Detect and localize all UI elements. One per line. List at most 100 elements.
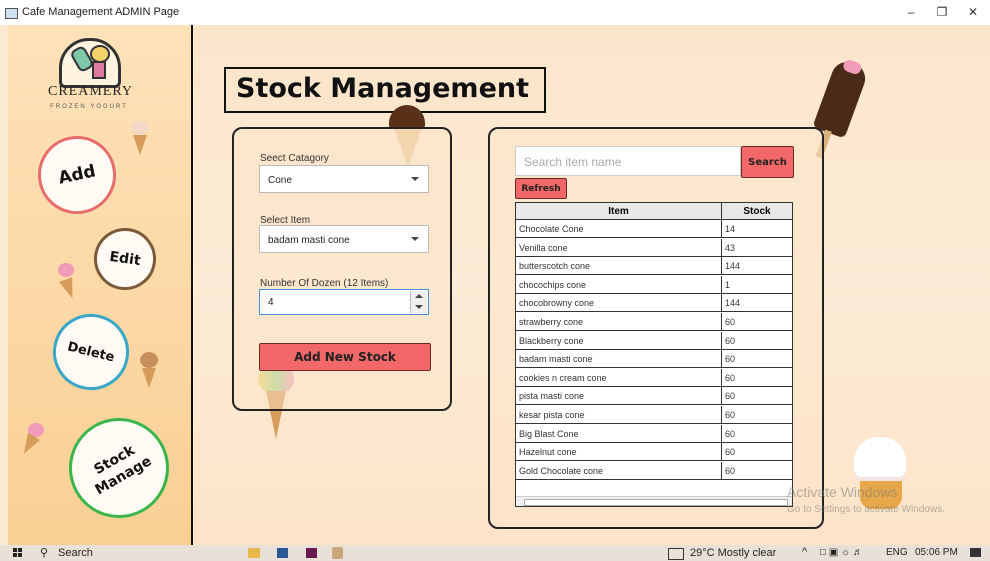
- tray-icons[interactable]: □ ▣ ☼ ♬: [820, 547, 863, 558]
- minimize-button[interactable]: –: [900, 4, 922, 20]
- column-header-stock[interactable]: Stock: [721, 203, 792, 220]
- table-row[interactable]: butterscotch cone 144: [516, 257, 792, 276]
- search-icon[interactable]: ⚲: [40, 546, 48, 559]
- cell-stock: 60: [721, 313, 735, 331]
- taskbar-search-label[interactable]: Search: [58, 547, 93, 559]
- cell-stock: 43: [721, 238, 735, 257]
- windows-start-icon[interactable]: [13, 548, 23, 558]
- cell-item: pista masti cone: [519, 391, 585, 402]
- app-icon-red[interactable]: [306, 548, 317, 558]
- scrollbar-thumb[interactable]: [524, 499, 788, 506]
- table-row[interactable]: kesar pista cone 60: [516, 406, 792, 424]
- cell-stock: 60: [721, 368, 735, 387]
- category-label: Seect Catagory: [260, 153, 329, 164]
- table-row[interactable]: chocochips cone 1: [516, 275, 792, 294]
- app-icon-java[interactable]: [332, 547, 343, 559]
- table-row[interactable]: pista masti cone 60: [516, 387, 792, 406]
- add-button[interactable]: Add: [30, 128, 124, 222]
- table-row[interactable]: strawberry cone 60: [516, 313, 792, 331]
- cone-deco-icon: [59, 277, 79, 301]
- cell-item: strawberry cone: [519, 317, 584, 327]
- ice-cream-deco-icon: [132, 121, 148, 135]
- file-explorer-icon[interactable]: [248, 548, 260, 558]
- horizontal-scrollbar[interactable]: [516, 496, 792, 506]
- dozen-label: Number Of Dozen (12 Items): [260, 278, 389, 289]
- cell-stock: 60: [721, 350, 735, 369]
- refresh-button[interactable]: Refresh: [515, 178, 567, 199]
- delete-button[interactable]: Delete: [44, 305, 138, 399]
- spinner-buttons[interactable]: [410, 291, 427, 313]
- close-button[interactable]: ✕: [962, 4, 984, 20]
- notification-icon[interactable]: [970, 548, 981, 557]
- activation-watermark-title: Activate Windows: [787, 484, 898, 500]
- spin-down-icon[interactable]: [415, 305, 423, 309]
- sidebar: CREAMERY FROZEN YOGURT Add Edit Delete S…: [8, 25, 193, 545]
- edit-button-label: Edit: [108, 248, 142, 270]
- table-row[interactable]: Blackberry cone 60: [516, 331, 792, 350]
- window-titlebar: Cafe Management ADMIN Page – ❐ ✕: [0, 0, 990, 25]
- edit-button[interactable]: Edit: [89, 223, 161, 295]
- dozen-spinner[interactable]: 4: [259, 289, 429, 315]
- weather-text[interactable]: 29°C Mostly clear: [690, 547, 776, 559]
- logo-brand: CREAMERY: [48, 84, 134, 99]
- restore-button[interactable]: ❐: [931, 4, 953, 20]
- add-new-stock-button[interactable]: Add New Stock: [259, 343, 431, 371]
- tray-chevron-icon[interactable]: ^: [802, 546, 807, 558]
- sundae-icon: [854, 437, 906, 481]
- search-placeholder: Search item name: [524, 155, 622, 169]
- table-row[interactable]: cookies n cream cone 60: [516, 368, 792, 387]
- news-widget-icon[interactable]: [668, 548, 684, 560]
- table-row[interactable]: Big Blast Cone 60: [516, 424, 792, 443]
- cell-item: badam masti cone: [519, 354, 593, 365]
- item-value: badam masti cone: [268, 235, 350, 246]
- cell-stock: 1: [721, 275, 730, 294]
- window-title: Cafe Management ADMIN Page: [22, 6, 180, 18]
- activation-watermark-text: Go to Settings to activate Windows.: [787, 504, 945, 515]
- table-row[interactable]: badam masti cone 60: [516, 350, 792, 369]
- search-button[interactable]: Search: [741, 146, 794, 178]
- cell-stock: 60: [721, 461, 735, 480]
- table-row[interactable]: Venilla cone 43: [516, 238, 792, 257]
- category-select[interactable]: Cone: [259, 165, 429, 193]
- ice-cream-deco-icon: [58, 263, 74, 277]
- logo-tagline: FROZEN YOGURT: [50, 104, 128, 110]
- language-indicator[interactable]: ENG: [886, 547, 908, 558]
- cell-item: Big Blast Cone: [519, 428, 579, 439]
- page-title-box: Stock Management: [224, 67, 546, 113]
- table-row[interactable]: Gold Chocolate cone 60: [516, 461, 792, 480]
- stock-table[interactable]: Item Stock Chocolate Cone 14 Venilla cone 4…: [515, 202, 793, 507]
- cell-stock: 60: [721, 424, 735, 443]
- column-header-item[interactable]: Item: [516, 203, 721, 220]
- cell-item: cookies n cream cone: [519, 372, 607, 383]
- cell-item: Venilla cone: [519, 242, 568, 253]
- table-row[interactable]: Chocolate Cone 14: [516, 220, 792, 238]
- app-window: CREAMERY FROZEN YOGURT Add Edit Delete S…: [8, 25, 990, 545]
- add-button-label: Add: [56, 161, 98, 189]
- cell-item: chocochips cone: [519, 279, 587, 290]
- app-icon: [5, 8, 18, 19]
- table-row[interactable]: Hazelnut cone 60: [516, 443, 792, 462]
- stock-manage-button[interactable]: Stock Manage: [50, 399, 188, 537]
- word-icon[interactable]: [277, 548, 288, 558]
- cell-item: butterscotch cone: [519, 261, 591, 272]
- cell-stock: 14: [721, 220, 735, 238]
- cell-item: Gold Chocolate cone: [519, 465, 604, 476]
- delete-button-label: Delete: [65, 338, 117, 366]
- cell-item: Chocolate Cone: [519, 224, 584, 234]
- cell-stock: 60: [721, 443, 735, 462]
- cone-deco-icon: [142, 368, 156, 388]
- cell-stock: 144: [721, 257, 740, 276]
- cell-stock: 144: [721, 294, 740, 313]
- search-input[interactable]: Search item name: [515, 146, 741, 176]
- item-select[interactable]: badam masti cone: [259, 225, 429, 253]
- cell-item: Blackberry cone: [519, 335, 584, 346]
- clock-time[interactable]: 05:06 PM: [915, 547, 958, 558]
- cell-item: chocobrowny cone: [519, 298, 595, 309]
- table-row[interactable]: chocobrowny cone 144: [516, 294, 792, 313]
- spin-up-icon[interactable]: [415, 294, 423, 298]
- stock-form-panel: Seect Catagory Cone Select Item badam ma…: [232, 127, 452, 411]
- category-value: Cone: [268, 175, 292, 186]
- page-title: Stock Management: [236, 73, 530, 104]
- chevron-down-icon: [411, 177, 419, 181]
- cell-stock: 60: [721, 331, 735, 350]
